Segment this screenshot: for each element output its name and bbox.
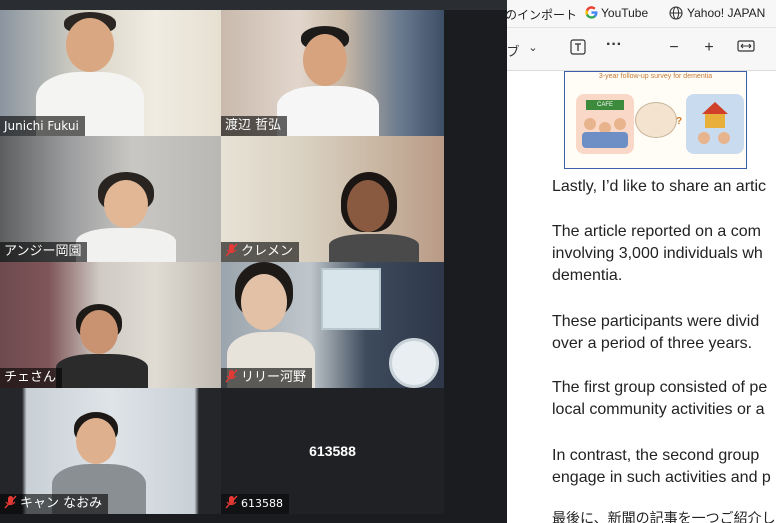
doc-line: The first group consisted of pe bbox=[552, 379, 768, 396]
doc-line: These participants were divid bbox=[552, 313, 760, 330]
video-tile-clemen[interactable]: クレメン bbox=[221, 136, 444, 262]
globe-icon bbox=[669, 6, 683, 20]
doc-line: The article reported on a com bbox=[552, 223, 761, 240]
zoom-title-bar bbox=[0, 0, 507, 10]
more-dots-icon[interactable]: ··· bbox=[604, 36, 624, 54]
pdf-document-view[interactable]: 3-year follow-up survey for dementia CAF… bbox=[507, 71, 776, 523]
video-tile-lily[interactable]: リリー河野 bbox=[221, 262, 444, 388]
participant-name-tag: キャン なおみ bbox=[0, 494, 109, 514]
wall-picture bbox=[321, 268, 381, 330]
draw-button[interactable]: ブ bbox=[503, 41, 523, 60]
participant-video bbox=[273, 26, 383, 136]
muted-mic-icon bbox=[225, 495, 238, 509]
thinking-face-icon bbox=[635, 102, 677, 138]
video-tile-che[interactable]: チェさん bbox=[0, 262, 221, 388]
zoom-gallery-window: Junichi Fukui 渡辺 哲弘 アンジー岡園 クレメン チェさん リリー… bbox=[0, 0, 507, 523]
muted-mic-icon bbox=[4, 495, 17, 509]
doc-paragraph: 最後に、新聞の記事を一つご紹介し bbox=[552, 507, 776, 523]
doc-paragraph: Lastly, I’d like to share an artic bbox=[552, 176, 766, 198]
muted-mic-icon bbox=[225, 369, 238, 383]
participant-name: Junichi Fukui bbox=[4, 119, 79, 133]
bookmarks-bar: のインポート YouTube Yahoo! JAPAN bbox=[505, 0, 776, 28]
participant-name-tag: 渡辺 哲弘 bbox=[221, 116, 288, 136]
participant-name-tag: アンジー岡園 bbox=[0, 242, 88, 262]
participant-name: チェさん bbox=[4, 370, 57, 385]
bookmark-youtube[interactable]: YouTube bbox=[585, 6, 648, 20]
bookmark-yahoo-japan[interactable]: Yahoo! JAPAN bbox=[669, 6, 765, 20]
cafe-scene-icon: CAFE bbox=[576, 94, 634, 154]
participant-name-tag: Junichi Fukui bbox=[0, 116, 85, 136]
pdf-toolbar: ブ ⌄ ··· − + bbox=[506, 28, 776, 71]
doc-paragraph: These participants were divid over a per… bbox=[552, 311, 759, 355]
video-tile-angie[interactable]: アンジー岡園 bbox=[0, 136, 221, 262]
chevron-down-icon[interactable]: ⌄ bbox=[523, 41, 543, 54]
doc-paragraph: The first group consisted of pe local co… bbox=[552, 377, 767, 421]
cafe-sign: CAFE bbox=[586, 100, 624, 110]
participant-name-tag: クレメン bbox=[221, 242, 300, 262]
bookmark-label: Yahoo! JAPAN bbox=[687, 6, 766, 20]
plus-icon[interactable]: + bbox=[699, 39, 719, 57]
video-tile-613588[interactable]: 613588 613588 bbox=[221, 388, 444, 514]
doc-line: 最後に、新聞の記事を一つご紹介し bbox=[552, 510, 776, 523]
doc-line: dementia. bbox=[552, 267, 623, 284]
browser-window: のインポート YouTube Yahoo! JAPAN ブ ⌄ ··· − + bbox=[505, 0, 776, 523]
illustration-caption: 3-year follow-up survey for dementia bbox=[598, 73, 713, 80]
home-scene-icon bbox=[686, 94, 744, 154]
muted-mic-icon bbox=[225, 243, 238, 257]
participant-name-tag: チェさん bbox=[0, 368, 63, 388]
minus-icon[interactable]: − bbox=[664, 39, 684, 57]
doc-line: local community activities or a bbox=[552, 401, 765, 418]
participant-name: クレメン bbox=[241, 244, 294, 259]
participant-name-tag: 613588 bbox=[221, 494, 289, 514]
participant-name-tag: リリー河野 bbox=[221, 368, 313, 388]
participant-name: アンジー岡園 bbox=[4, 244, 82, 259]
doc-paragraph: In contrast, the second group engage in … bbox=[552, 445, 771, 489]
bookmark-label: のインポート bbox=[505, 8, 578, 22]
participant-name: 613588 bbox=[241, 497, 283, 510]
text-box-icon[interactable] bbox=[568, 39, 588, 60]
participant-video bbox=[52, 304, 152, 388]
video-tile-junichi-fukui[interactable]: Junichi Fukui bbox=[0, 10, 221, 136]
dementia-survey-illustration: 3-year follow-up survey for dementia CAF… bbox=[564, 71, 747, 169]
doc-paragraph: The article reported on a com involving … bbox=[552, 221, 763, 287]
video-tile-watanabe[interactable]: 渡辺 哲弘 bbox=[221, 10, 444, 136]
fit-width-icon[interactable] bbox=[736, 39, 756, 58]
question-marks-icon: ? bbox=[676, 116, 683, 127]
participant-video bbox=[329, 172, 419, 262]
google-icon bbox=[585, 6, 598, 19]
doc-line: over a period of three years. bbox=[552, 335, 753, 352]
doc-line: Lastly, I’d like to share an artic bbox=[552, 178, 767, 195]
video-tile-kyan-naomi[interactable]: キャン なおみ bbox=[0, 388, 221, 514]
bookmark-label: YouTube bbox=[601, 6, 649, 20]
doc-line: involving 3,000 individuals wh bbox=[552, 245, 763, 262]
desk-fan bbox=[389, 338, 439, 388]
participant-name: リリー河野 bbox=[241, 370, 307, 385]
participant-name: 渡辺 哲弘 bbox=[225, 118, 282, 133]
participant-display-name: 613588 bbox=[309, 443, 356, 459]
doc-line: In contrast, the second group bbox=[552, 447, 760, 464]
bookmark-import[interactable]: のインポート bbox=[505, 6, 577, 23]
participant-name: キャン なおみ bbox=[20, 496, 103, 511]
doc-line: engage in such activities and p bbox=[552, 469, 771, 486]
